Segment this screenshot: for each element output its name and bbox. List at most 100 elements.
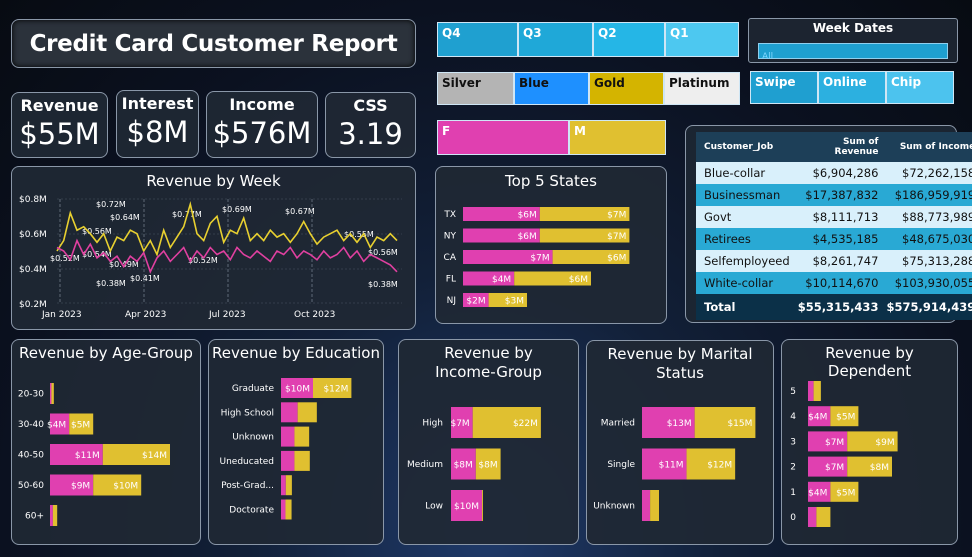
kpi-value: $576M <box>212 116 312 150</box>
table-header[interactable]: Customer_Job <box>696 132 794 162</box>
data-label: $0.38M <box>96 279 126 288</box>
bar-segment-m <box>52 505 58 526</box>
week-dates-value: All <box>762 52 774 62</box>
bar-segment-m <box>285 499 292 520</box>
slicer-option-q3[interactable]: Q3 <box>518 22 593 57</box>
table-cell: Selfemployeed <box>704 254 790 268</box>
table-cell: $8,261,747 <box>812 254 879 268</box>
slicer-option-silver[interactable]: Silver <box>437 72 514 105</box>
table-header[interactable]: Sum of Revenue <box>793 132 883 162</box>
table-cell: $103,930,055 <box>894 276 972 290</box>
data-label: $6M <box>518 211 537 221</box>
table-total-cell: $575,914,439 <box>886 300 972 314</box>
customer-job-table: Customer_Job Sum of Revenue Sum of Incom… <box>696 132 972 320</box>
slicer-option-q1[interactable]: Q1 <box>665 22 739 57</box>
revenue-by-dependent-card: Revenue by Dependent 5 4 $4M $5M 3 $7M $9M 2 $7M… <box>781 339 958 545</box>
bar-segment-m <box>51 383 54 404</box>
category-label: Post-Grad... <box>221 481 274 491</box>
table-cell: $186,959,919 <box>894 188 972 202</box>
table-row[interactable]: White-collar $10,114,670 $103,930,055 <box>696 272 972 294</box>
table-cell: $75,313,288 <box>902 254 972 268</box>
table-cell: $48,675,030 <box>902 232 972 246</box>
quarter-slicer: Q4 Q3 Q2 Q1 <box>437 22 739 57</box>
data-label: $6M <box>518 232 537 242</box>
bar-segment-f <box>642 490 651 521</box>
data-label: $12M <box>323 385 348 395</box>
data-label: $7M <box>530 254 549 264</box>
bar-segment-m <box>813 381 821 401</box>
table-row[interactable]: Retirees $4,535,185 $48,675,030 <box>696 228 972 250</box>
y-tick-label: $0.2M <box>19 300 47 310</box>
category-label: 20-30 <box>18 390 44 400</box>
data-label: $11M <box>659 461 684 471</box>
data-label: $8M <box>454 461 473 471</box>
kpi-label: CSS <box>353 96 388 115</box>
data-label: $4M <box>808 413 827 423</box>
slicer-option-f[interactable]: F <box>437 120 569 155</box>
data-label: $7M <box>607 232 626 242</box>
data-label: $22M <box>513 419 538 429</box>
report-title: Credit Card Customer Report <box>29 30 398 57</box>
slicer-option-gold[interactable]: Gold <box>589 72 664 105</box>
data-label: $0.38M <box>368 280 398 289</box>
data-label: $5M <box>836 488 855 498</box>
slicer-option-q2[interactable]: Q2 <box>593 22 665 57</box>
card-category-slicer: Silver Blue Gold Platinum <box>437 72 740 105</box>
category-label: Medium <box>407 460 443 470</box>
data-label: $9M <box>71 482 90 492</box>
revenue-by-week-card: Revenue by Week $0.8M $0.6M $0.4M $0.2M … <box>11 166 416 330</box>
category-label: Uneducated <box>220 457 275 467</box>
category-label: FL <box>446 275 456 285</box>
kpi-interest: Interest $8M <box>116 90 199 158</box>
table-cell: Govt <box>704 210 732 224</box>
use-chip-slicer: Swipe Online Chip <box>750 71 954 104</box>
table-cell: Retirees <box>704 232 751 246</box>
category-label: Graduate <box>232 384 275 394</box>
category-label: High School <box>221 408 274 418</box>
gender-slicer: F M <box>437 120 666 155</box>
bar-segment-f <box>50 383 52 404</box>
slicer-option-m[interactable]: M <box>569 120 666 155</box>
bar-segment-f <box>808 507 817 527</box>
week-dates-dropdown[interactable]: All <box>758 43 948 62</box>
slicer-option-blue[interactable]: Blue <box>514 72 589 105</box>
table-header[interactable]: Sum of Income <box>882 132 972 162</box>
table-row[interactable]: Selfemployeed $8,261,747 $75,313,288 <box>696 250 972 272</box>
slicer-option-platinum[interactable]: Platinum <box>664 72 740 105</box>
slicer-option-swipe[interactable]: Swipe <box>750 71 818 104</box>
bar-segment-f <box>281 475 286 496</box>
kpi-label: Revenue <box>20 96 99 115</box>
table-row[interactable]: Blue-collar $6,904,286 $72,262,158 <box>696 162 972 184</box>
week-dates-title: Week Dates <box>812 21 894 35</box>
category-label: Married <box>601 419 635 429</box>
table-row[interactable]: Govt $8,111,713 $88,773,989 <box>696 206 972 228</box>
data-label: $3M <box>505 297 524 307</box>
revenue-by-income-group-card: Revenue by Income-Group High $7M $22M Mediu… <box>398 339 579 545</box>
data-label: $14M <box>142 451 167 461</box>
data-label: $0.72M <box>96 200 126 209</box>
revenue-by-age-group-card: Revenue by Age-Group 20-30 30-40 $4M $5M 40-… <box>11 339 201 545</box>
slicer-option-online[interactable]: Online <box>818 71 886 104</box>
revenue-by-marital-status-card: Revenue by Marital Status Married $13M $15… <box>586 340 774 545</box>
data-label: $7M <box>825 438 844 448</box>
data-label: $8M <box>478 461 497 471</box>
bar-segment-f <box>50 505 53 526</box>
data-label: $6M <box>569 275 588 285</box>
bar-segment-m <box>816 507 831 527</box>
x-tick-label: Jul 2023 <box>208 310 246 320</box>
table-total-cell: Total <box>704 300 736 314</box>
data-label: $9M <box>875 438 894 448</box>
kpi-label: Income <box>229 95 295 114</box>
kpi-value: $8M <box>126 115 189 149</box>
x-tick-label: Apr 2023 <box>125 310 166 320</box>
table-total-row: Total $55,315,433 $575,914,439 <box>696 294 972 320</box>
slicer-option-chip[interactable]: Chip <box>886 71 954 104</box>
table-cell: Blue-collar <box>704 166 766 180</box>
category-label: Low <box>425 502 443 512</box>
bar-segment-f <box>281 450 295 471</box>
data-label: $15M <box>727 419 752 429</box>
table-row[interactable]: Businessman $17,387,832 $186,959,919 <box>696 184 972 206</box>
slicer-option-q4[interactable]: Q4 <box>437 22 518 57</box>
category-label: CA <box>444 253 457 263</box>
table-cell: $6,904,286 <box>812 166 879 180</box>
